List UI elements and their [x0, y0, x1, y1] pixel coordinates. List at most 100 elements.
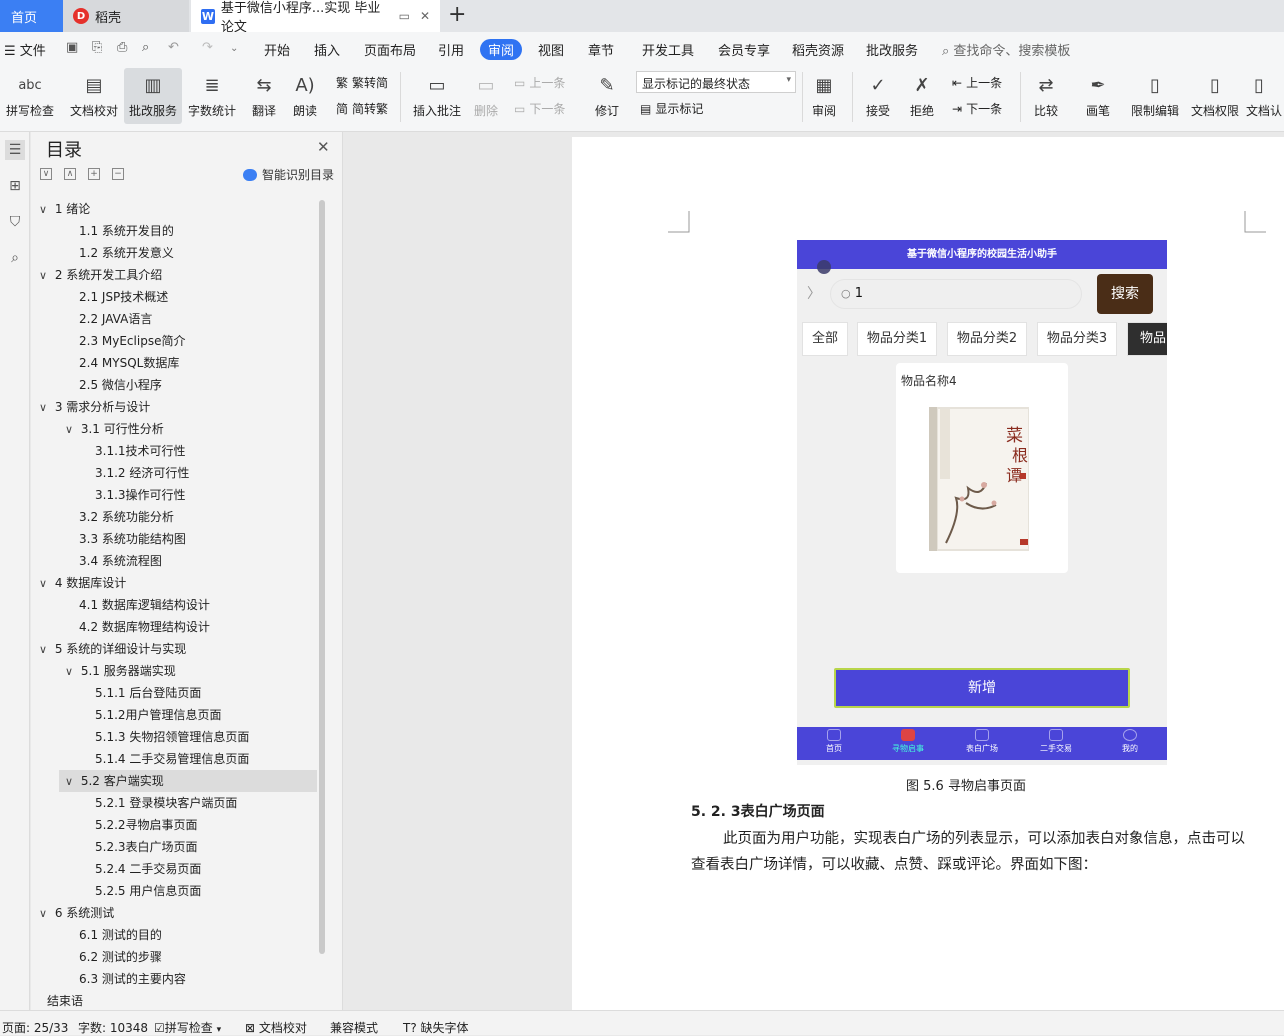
toc-item[interactable]: ∨ 5 系统的详细设计与实现: [31, 638, 317, 660]
reject-button[interactable]: ✗ 拒绝: [904, 68, 940, 124]
menu-insert[interactable]: 插入: [314, 40, 340, 59]
save-icon[interactable]: ▣: [66, 40, 78, 55]
toc-scrollbar[interactable]: [319, 200, 325, 954]
toc-item[interactable]: 结束语: [31, 990, 317, 1012]
collapse-all-icon[interactable]: ∨: [40, 168, 52, 180]
export-pdf-icon[interactable]: ⎘: [92, 40, 102, 55]
toc-item[interactable]: 3.3 系统功能结构图: [31, 528, 317, 550]
chevron-down-icon[interactable]: ∨: [39, 397, 51, 419]
pen-button[interactable]: ✒ 画笔: [1080, 68, 1116, 124]
review-pane-button[interactable]: ▦ 审阅: [806, 68, 842, 124]
new-tab-button[interactable]: +: [448, 2, 466, 27]
restrict-editing-button[interactable]: ▯ 限制编辑: [1128, 68, 1182, 124]
compat-mode[interactable]: 兼容模式: [330, 1019, 378, 1036]
simp-to-trad-button[interactable]: 简简转繁: [336, 100, 388, 117]
tab-document[interactable]: W 基于微信小程序...实现 毕业论文 ▭ ✕: [191, 0, 440, 35]
toc-item[interactable]: 1.2 系统开发意义: [31, 242, 317, 264]
remove-heading-icon[interactable]: −: [112, 168, 124, 180]
toc-item[interactable]: 4.1 数据库逻辑结构设计: [31, 594, 317, 616]
tab-daoke[interactable]: D 稻壳: [63, 0, 189, 32]
toc-item[interactable]: 5.2.4 二手交易页面: [31, 858, 317, 880]
menu-start[interactable]: 开始: [264, 40, 290, 59]
toc-item[interactable]: 1.1 系统开发目的: [31, 220, 317, 242]
chevron-down-icon[interactable]: ∨: [65, 419, 77, 441]
next-comment-button[interactable]: ▭ 下一条: [514, 100, 565, 117]
chevron-down-icon[interactable]: ∨: [65, 661, 77, 683]
read-aloud-button[interactable]: A) 朗读: [288, 68, 322, 124]
proofread-button[interactable]: ▤ 文档校对: [66, 68, 122, 124]
menu-review[interactable]: 审阅: [480, 39, 523, 60]
delete-comment-button[interactable]: ▭ 删除: [468, 68, 504, 124]
print-icon[interactable]: ⎙: [117, 40, 127, 55]
chevron-down-icon[interactable]: ∨: [39, 265, 51, 287]
file-menu[interactable]: ☰ 文件: [4, 40, 46, 59]
menu-chapter[interactable]: 章节: [588, 40, 614, 59]
menu-devtools[interactable]: 开发工具: [642, 40, 694, 59]
markup-mode-select[interactable]: 显示标记的最终状态 ▾: [636, 71, 796, 93]
page-indicator[interactable]: 页面: 25/33: [2, 1019, 68, 1036]
menu-view[interactable]: 视图: [538, 40, 564, 59]
chevron-down-icon[interactable]: ∨: [39, 199, 51, 221]
chapter-nav-icon[interactable]: ⊞: [5, 176, 25, 196]
grading-service-button[interactable]: ▥ 批改服务: [124, 68, 182, 124]
toc-item[interactable]: 5.2.1 登录模块客户端页面: [31, 792, 317, 814]
menu-daoke-resource[interactable]: 稻壳资源: [792, 40, 844, 59]
prev-comment-button[interactable]: ▭ 上一条: [514, 74, 565, 91]
toc-item[interactable]: 5.1.2用户管理信息页面: [31, 704, 317, 726]
toc-item[interactable]: 2.1 JSP技术概述: [31, 286, 317, 308]
tab-home[interactable]: 首页: [0, 0, 63, 32]
status-spellcheck[interactable]: ☑拼写检查 ▾: [154, 1019, 221, 1036]
missing-font[interactable]: T? 缺失字体: [403, 1019, 469, 1036]
spellcheck-button[interactable]: abc 拼写检查: [2, 68, 58, 124]
toc-item[interactable]: 3.4 系统流程图: [31, 550, 317, 572]
chevron-down-icon[interactable]: ∨: [39, 639, 51, 661]
preview-icon[interactable]: ⌕: [142, 40, 149, 55]
toc-item[interactable]: 5.2.3表白广场页面: [31, 836, 317, 858]
screen-icon[interactable]: ▭: [399, 9, 410, 23]
toc-item[interactable]: ∨ 2 系统开发工具介绍: [31, 264, 317, 286]
toc-item[interactable]: 5.1.4 二手交易管理信息页面: [31, 748, 317, 770]
document-certify-button[interactable]: ▯ 文档认: [1246, 68, 1284, 124]
toc-item[interactable]: 2.5 微信小程序: [31, 374, 317, 396]
toc-item[interactable]: 5.2.2寻物启事页面: [31, 814, 317, 836]
document-permission-button[interactable]: ▯ 文档权限: [1188, 68, 1242, 124]
menu-layout[interactable]: 页面布局: [364, 40, 416, 59]
prev-change-button[interactable]: ⇤ 上一条: [952, 74, 1002, 91]
redo-icon[interactable]: ↷: [202, 40, 213, 55]
expand-up-icon[interactable]: ∧: [64, 168, 76, 180]
close-tab-icon[interactable]: ✕: [420, 9, 430, 23]
toc-item[interactable]: 3.1.3操作可行性: [31, 484, 317, 506]
toc-item[interactable]: 5.1.3 失物招领管理信息页面: [31, 726, 317, 748]
wordcount-button[interactable]: ≣ 字数统计: [186, 68, 238, 124]
toc-item[interactable]: ∨ 5.1 服务器端实现: [31, 660, 317, 682]
accept-button[interactable]: ✓ 接受: [860, 68, 896, 124]
search-icon[interactable]: ⌕: [5, 248, 25, 268]
close-icon[interactable]: ✕: [317, 138, 330, 156]
toc-item[interactable]: 2.4 MYSQL数据库: [31, 352, 317, 374]
toc-item[interactable]: 5.2.5 用户信息页面: [31, 880, 317, 902]
toc-item[interactable]: ∨ 1 绪论: [31, 198, 317, 220]
next-change-button[interactable]: ⇥ 下一条: [952, 100, 1002, 117]
compare-button[interactable]: ⇄ 比较: [1028, 68, 1064, 124]
toc-item[interactable]: ∨ 3 需求分析与设计: [31, 396, 317, 418]
menu-grading[interactable]: 批改服务: [866, 40, 918, 59]
toc-item[interactable]: ∨ 5.2 客户端实现: [59, 770, 317, 792]
bookmark-icon[interactable]: ⛉: [5, 212, 25, 232]
menu-member[interactable]: 会员专享: [718, 40, 770, 59]
status-proofread[interactable]: ⊠ 文档校对: [245, 1019, 307, 1036]
toc-item[interactable]: 4.2 数据库物理结构设计: [31, 616, 317, 638]
toc-item[interactable]: 3.1.2 经济可行性: [31, 462, 317, 484]
toc-item[interactable]: ∨ 4 数据库设计: [31, 572, 317, 594]
toc-item[interactable]: 6.3 测试的主要内容: [31, 968, 317, 990]
smart-toc-button[interactable]: 智能识别目录: [243, 166, 334, 183]
toc-item[interactable]: 2.2 JAVA语言: [31, 308, 317, 330]
insert-comment-button[interactable]: ▭ 插入批注: [410, 68, 464, 124]
track-changes-button[interactable]: ✎ 修订: [588, 68, 626, 124]
toc-item[interactable]: 2.3 MyEclipse简介: [31, 330, 317, 352]
chevron-down-icon[interactable]: ∨: [39, 573, 51, 595]
toc-item[interactable]: 3.2 系统功能分析: [31, 506, 317, 528]
chevron-down-icon[interactable]: ∨: [65, 771, 77, 793]
toc-item[interactable]: 6.2 测试的步骤: [31, 946, 317, 968]
toc-item[interactable]: 5.1.1 后台登陆页面: [31, 682, 317, 704]
add-heading-icon[interactable]: +: [88, 168, 100, 180]
